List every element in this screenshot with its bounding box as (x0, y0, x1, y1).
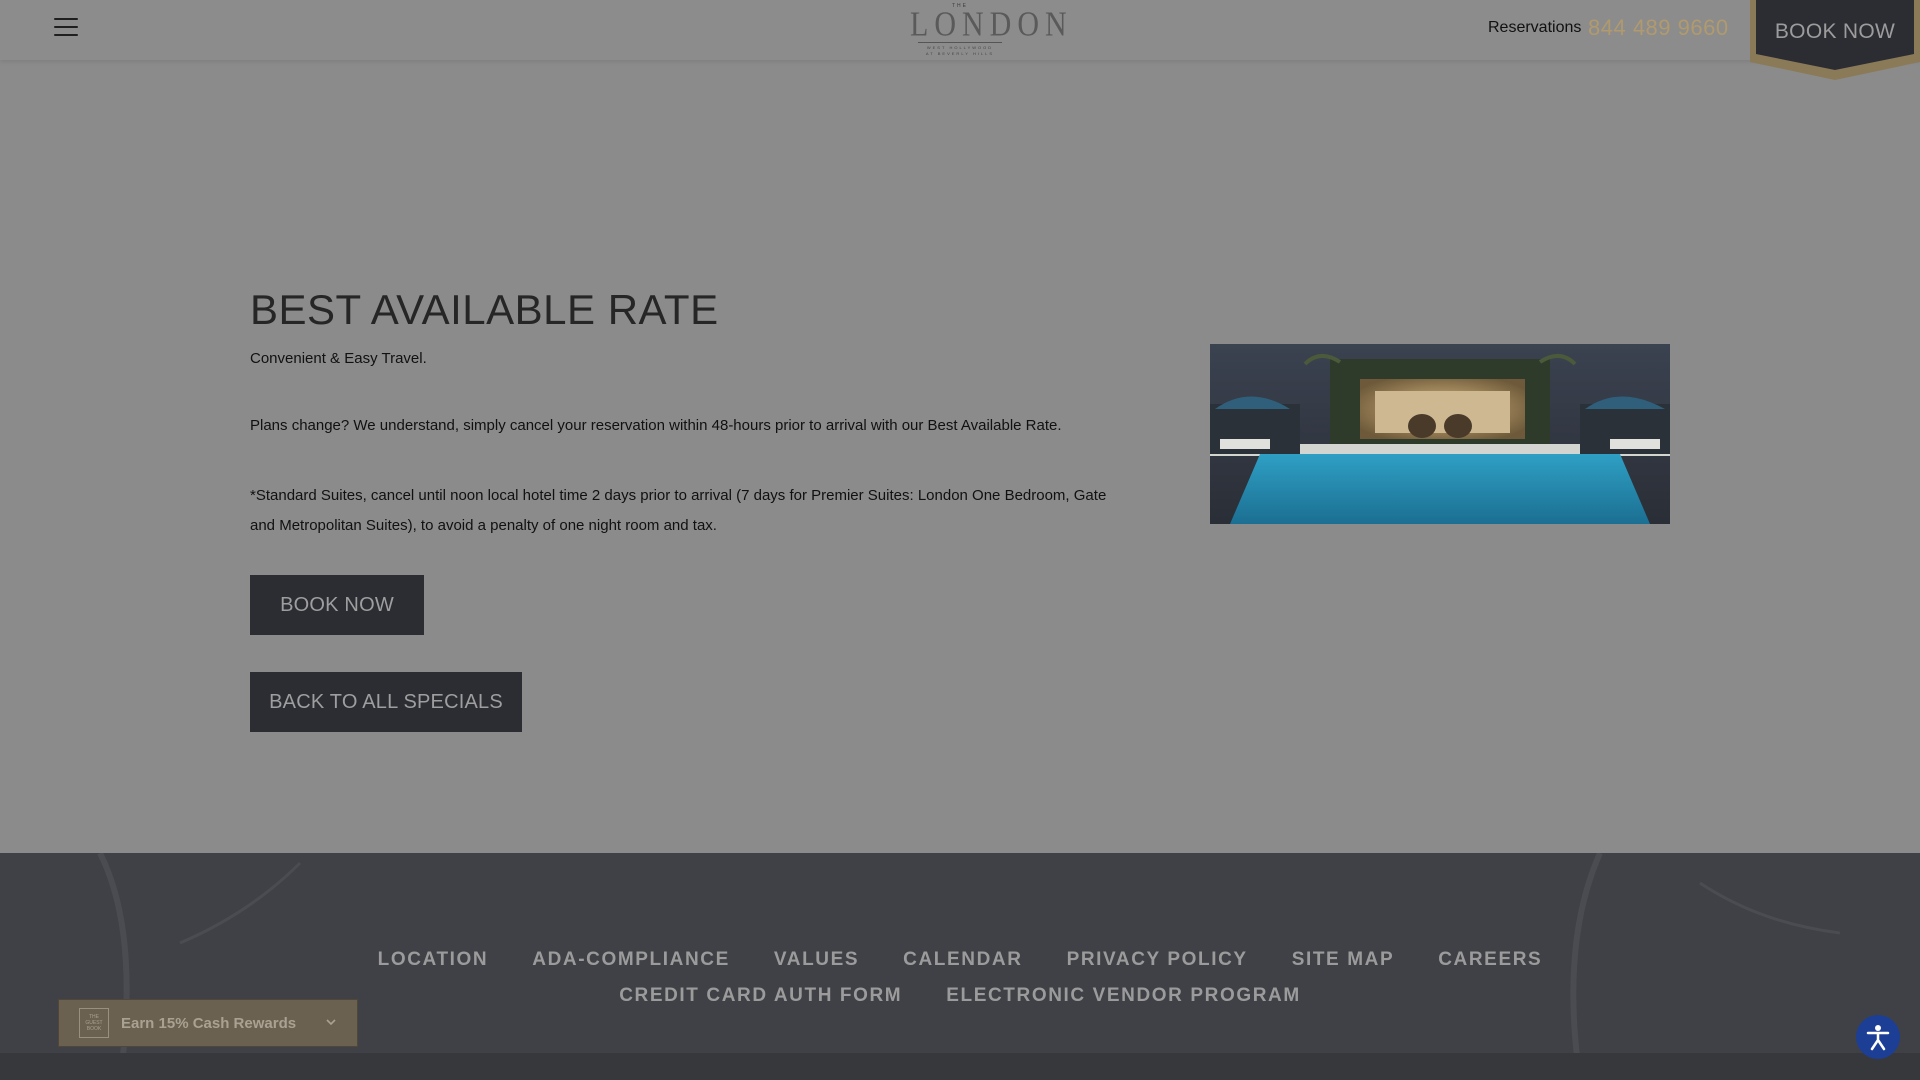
book-now-button[interactable]: BOOK NOW (250, 575, 424, 635)
back-to-specials-button[interactable]: BACK TO ALL SPECIALS (250, 672, 522, 732)
chevron-down-icon[interactable] (325, 1016, 337, 1028)
footer-link-privacy-policy[interactable]: PRIVACY POLICY (1067, 949, 1248, 971)
footer-link-values[interactable]: VALUES (774, 949, 859, 971)
site-header: THE LONDON WEST HOLLYWOOD AT BEVERLY HIL… (0, 0, 1920, 60)
footer-link-location[interactable]: LOCATION (378, 949, 489, 971)
footer-nav: LOCATION ADA-COMPLIANCE VALUES CALENDAR … (230, 949, 1690, 1007)
pool-image (1210, 344, 1670, 524)
page-subtitle: Convenient & Easy Travel. (250, 350, 427, 367)
footer-link-credit-card-auth-form[interactable]: CREDIT CARD AUTH FORM (619, 985, 902, 1007)
header-book-now-label: BOOK NOW (1774, 20, 1896, 43)
reservations-label: Reservations (1488, 19, 1582, 36)
cash-rewards-widget[interactable]: THE GUEST BOOK Earn 15% Cash Rewards (58, 999, 358, 1047)
footer-link-electronic-vendor-program[interactable]: ELECTRONIC VENDOR PROGRAM (946, 985, 1301, 1007)
hamburger-menu-icon[interactable] (54, 18, 78, 38)
guest-book-logo: THE GUEST BOOK (79, 1008, 109, 1038)
reservations-phone-link[interactable]: 844 489 9660 (1588, 15, 1729, 41)
footer-link-careers[interactable]: CAREERS (1438, 949, 1542, 971)
footer-link-ada-compliance[interactable]: ADA-COMPLIANCE (532, 949, 730, 971)
cancellation-paragraph: Plans change? We understand, simply canc… (250, 417, 1062, 434)
footer-link-site-map[interactable]: SITE MAP (1292, 949, 1395, 971)
header-book-now-button[interactable]: BOOK NOW (1750, 0, 1920, 80)
accessibility-icon[interactable] (1856, 1015, 1900, 1059)
footer-link-calendar[interactable]: CALENDAR (903, 949, 1022, 971)
cash-rewards-label: Earn 15% Cash Rewards (121, 1014, 297, 1032)
page-title: BEST AVAILABLE RATE (250, 286, 719, 333)
hotel-logo[interactable]: THE LONDON WEST HOLLYWOOD AT BEVERLY HIL… (910, 2, 1067, 60)
standard-suites-paragraph: *Standard Suites, cancel until noon loca… (250, 487, 1107, 534)
